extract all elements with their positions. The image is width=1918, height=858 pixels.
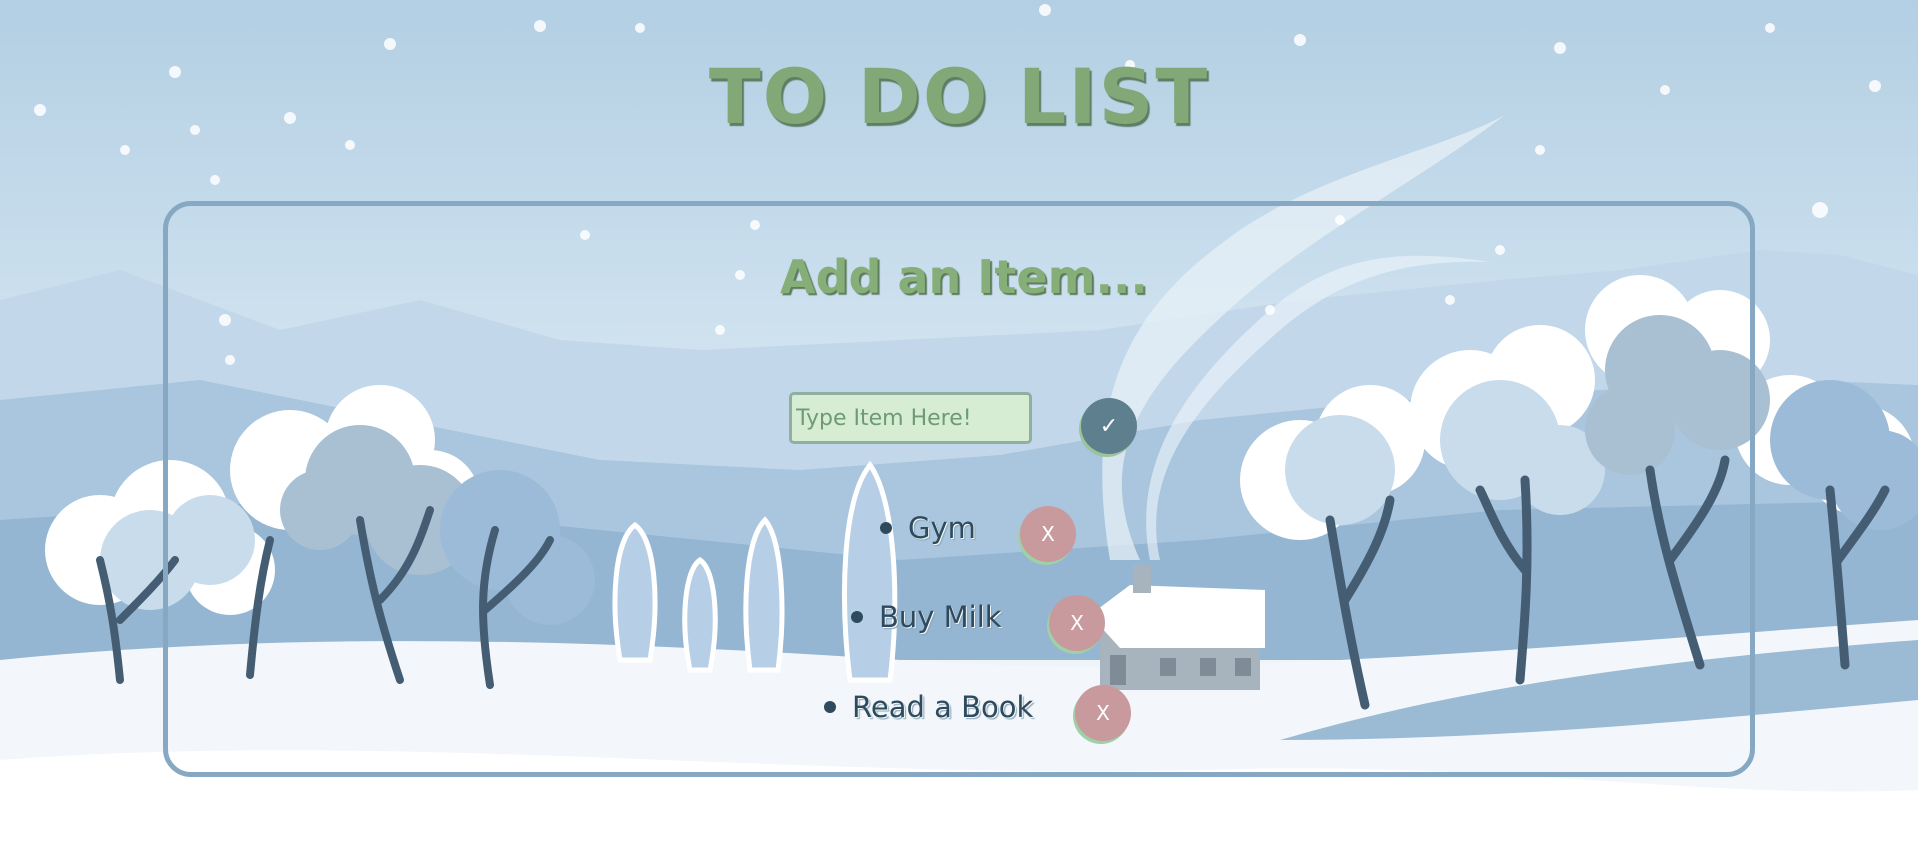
add-item-heading: Add an Item... (780, 250, 1148, 304)
bullet-icon (880, 522, 892, 534)
delete-item-button[interactable]: X (1020, 506, 1076, 562)
close-icon: X (1070, 611, 1084, 635)
bullet-icon (851, 611, 863, 623)
page-title: TO DO LIST (708, 52, 1210, 141)
list-item: Read a Book (824, 685, 1033, 729)
list-item-label: Read a Book (852, 690, 1034, 724)
delete-item-button[interactable]: X (1075, 685, 1131, 741)
bullet-icon (824, 701, 836, 713)
list-item: Gym (880, 506, 976, 550)
delete-item-button[interactable]: X (1049, 595, 1105, 651)
new-item-input[interactable] (789, 392, 1032, 444)
close-icon: X (1041, 522, 1055, 546)
list-item: Buy Milk (851, 595, 1002, 639)
todo-panel: Add an Item... ✓ Gym X Buy Milk X Read a… (163, 201, 1755, 777)
close-icon: X (1096, 701, 1110, 725)
list-item-label: Gym (908, 511, 976, 545)
add-item-button[interactable]: ✓ (1081, 398, 1137, 454)
list-item-label: Buy Milk (879, 600, 1002, 634)
checkmark-icon: ✓ (1099, 413, 1119, 439)
